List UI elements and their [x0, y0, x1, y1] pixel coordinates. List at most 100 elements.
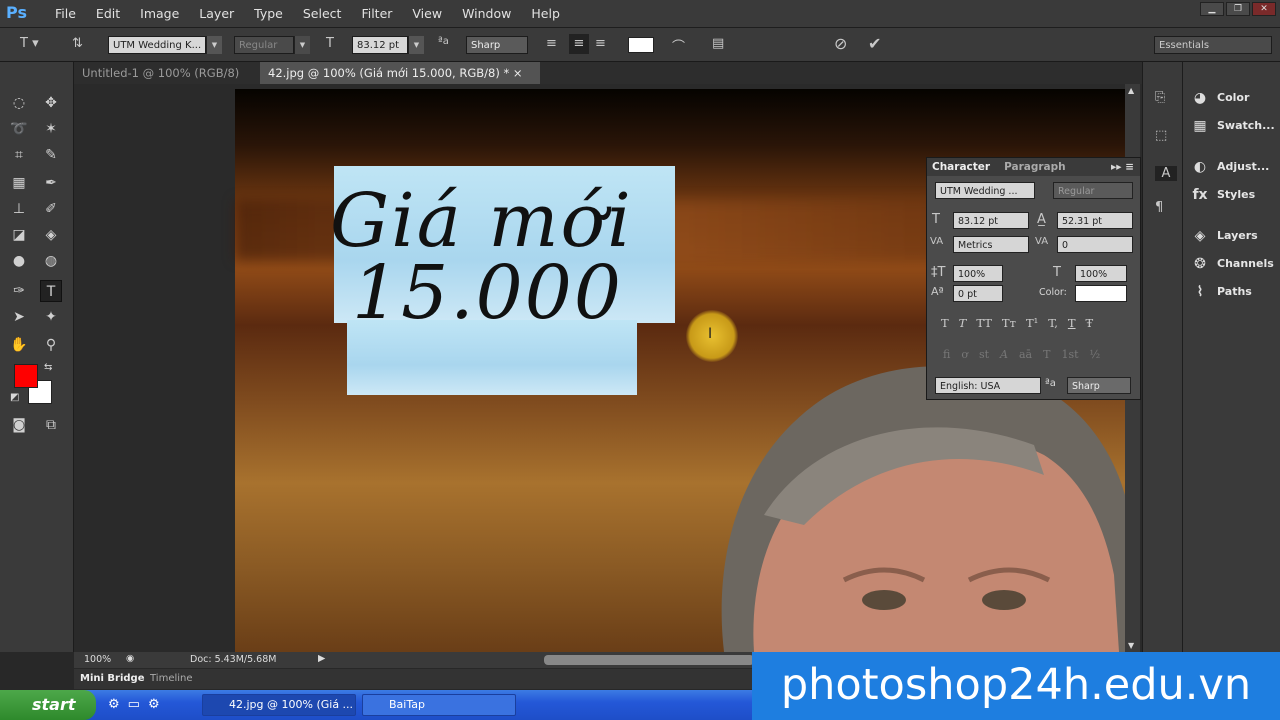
small-caps-button[interactable]: Tт — [1002, 316, 1016, 330]
fractions-button[interactable]: ½ — [1090, 348, 1101, 361]
char-antialias-select[interactable]: Sharp — [1067, 377, 1131, 394]
type-tool-preset-icon[interactable]: T ▾ — [20, 36, 39, 51]
menu-view[interactable]: View — [402, 6, 452, 21]
swash-button[interactable]: A — [1000, 348, 1008, 361]
minimize-icon[interactable]: ▁ — [1200, 2, 1224, 16]
titling-button[interactable]: T — [1043, 348, 1050, 361]
text-color-swatch[interactable] — [628, 37, 654, 53]
tab-character[interactable]: Character — [932, 158, 990, 176]
char-vscale-field[interactable]: 100% — [953, 265, 1003, 282]
quick-launch-icon[interactable]: ⚙ — [148, 697, 160, 712]
strikethrough-button[interactable]: Ŧ — [1086, 316, 1094, 330]
history-panel-icon[interactable]: ⎘ — [1155, 90, 1165, 105]
paragraph-panel-icon[interactable]: ¶ — [1155, 200, 1163, 215]
close-icon[interactable]: ✕ — [1252, 2, 1276, 16]
chevron-down-icon[interactable]: ▼ — [206, 36, 222, 54]
move-tool-icon[interactable]: ✥ — [40, 92, 62, 114]
3d-panel-icon[interactable]: ⬚ — [1155, 128, 1167, 143]
close-tab-icon[interactable]: × — [513, 66, 523, 80]
shape-tool-icon[interactable]: ✦ — [40, 306, 62, 328]
healing-tool-icon[interactable]: ▦ — [8, 172, 30, 194]
menu-layer[interactable]: Layer — [189, 6, 244, 21]
font-family-select[interactable]: UTM Wedding K... — [108, 36, 206, 54]
char-color-swatch[interactable] — [1075, 285, 1127, 302]
panel-adjustments[interactable]: ◐ Adjust... — [1191, 155, 1269, 179]
tab-mini-bridge[interactable]: Mini Bridge — [80, 673, 145, 684]
zoom-tool-icon[interactable]: ⚲ — [40, 334, 62, 356]
char-leading-field[interactable]: 52.31 pt — [1057, 212, 1133, 229]
paint-bucket-tool-icon[interactable]: ◈ — [40, 224, 62, 246]
panel-swatches[interactable]: ▦ Swatch... — [1191, 114, 1274, 138]
quick-mask-icon[interactable]: ◙ — [8, 414, 30, 436]
ordinals-button[interactable]: 1st — [1061, 348, 1078, 361]
menu-filter[interactable]: Filter — [351, 6, 402, 21]
menu-file[interactable]: File — [45, 6, 86, 21]
status-icon[interactable]: ◉ — [126, 653, 134, 664]
warp-text-icon[interactable]: ⌒ — [672, 36, 685, 55]
eraser-tool-icon[interactable]: ◪ — [8, 224, 30, 246]
subscript-button[interactable]: T, — [1048, 316, 1058, 330]
taskbar-item-photoshop[interactable]: 42.jpg @ 100% (Giá ... — [202, 694, 356, 716]
character-panel-icon[interactable]: A — [1155, 166, 1177, 181]
dodge-tool-icon[interactable]: ◍ — [40, 250, 62, 272]
menu-select[interactable]: Select — [293, 6, 352, 21]
chevron-down-icon[interactable]: ▼ — [408, 36, 424, 54]
char-font-select[interactable]: UTM Wedding ... — [935, 182, 1035, 199]
font-size-field[interactable]: 83.12 pt — [352, 36, 408, 54]
panel-paths[interactable]: ⌇ Paths — [1191, 280, 1252, 304]
zoom-level[interactable]: 100% — [84, 654, 111, 665]
faux-bold-button[interactable]: T — [941, 316, 949, 330]
magic-wand-tool-icon[interactable]: ✶ — [40, 118, 62, 140]
align-center-icon[interactable]: ≡ — [569, 34, 589, 54]
restore-icon[interactable]: ❐ — [1226, 2, 1250, 16]
brush-tool-icon[interactable]: ✒ — [40, 172, 62, 194]
menu-image[interactable]: Image — [130, 6, 189, 21]
panel-menu-icon[interactable]: ▸▸ ≡ — [1111, 158, 1140, 176]
superscript-button[interactable]: T¹ — [1026, 316, 1038, 330]
lasso-tool-icon[interactable]: ➰ — [8, 118, 30, 140]
font-style-select[interactable]: Regular — [234, 36, 294, 54]
blur-tool-icon[interactable]: ● — [8, 250, 30, 272]
horizontal-scrollbar-thumb[interactable] — [544, 655, 754, 665]
canvas-text-layer[interactable]: Giá mới 15.000 — [330, 184, 690, 330]
marquee-tool-icon[interactable]: ◌ — [8, 92, 30, 114]
tab-42jpg[interactable]: 42.jpg @ 100% (Giá mới 15.000, RGB/8) * … — [260, 62, 540, 84]
foreground-color-swatch[interactable] — [14, 364, 38, 388]
toggle-orientation-icon[interactable]: ⇅ — [72, 36, 83, 51]
align-right-icon[interactable]: ≡ — [595, 36, 606, 51]
panel-color[interactable]: ◕ Color — [1191, 86, 1250, 110]
old-style-button[interactable]: ơ — [961, 348, 968, 361]
show-desktop-icon[interactable]: ▭ — [128, 697, 140, 712]
panels-toggle-icon[interactable]: ▤ — [712, 36, 724, 51]
tab-paragraph[interactable]: Paragraph — [1004, 158, 1066, 176]
discretionary-ligatures-button[interactable]: st — [979, 348, 989, 361]
antialias-select[interactable]: Sharp — [466, 36, 528, 54]
type-tool-icon[interactable]: T — [40, 280, 62, 302]
path-select-tool-icon[interactable]: ➤ — [8, 306, 30, 328]
swap-colors-icon[interactable]: ⇆ — [44, 362, 52, 373]
history-brush-tool-icon[interactable]: ✐ — [40, 198, 62, 220]
status-menu-arrow-icon[interactable]: ▶ — [318, 653, 325, 664]
char-size-field[interactable]: 83.12 pt — [953, 212, 1029, 229]
default-colors-icon[interactable]: ◩ — [10, 392, 19, 403]
tab-timeline[interactable]: Timeline — [150, 673, 193, 684]
ligatures-button[interactable]: fi — [943, 348, 950, 361]
language-select[interactable]: English: USA — [935, 377, 1041, 394]
stamp-tool-icon[interactable]: ⊥ — [8, 198, 30, 220]
char-baseline-field[interactable]: 0 pt — [953, 285, 1003, 302]
panel-layers[interactable]: ◈ Layers — [1191, 224, 1258, 248]
align-left-icon[interactable]: ≡ — [546, 36, 557, 51]
eyedropper-tool-icon[interactable]: ✎ — [40, 144, 62, 166]
scroll-up-icon[interactable]: ▲ — [1128, 86, 1134, 95]
char-style-select[interactable]: Regular — [1053, 182, 1133, 199]
crop-tool-icon[interactable]: ⌗ — [8, 144, 30, 166]
menu-help[interactable]: Help — [521, 6, 570, 21]
scroll-down-icon[interactable]: ▼ — [1128, 641, 1134, 650]
hand-tool-icon[interactable]: ✋ — [8, 334, 30, 356]
workspace-select[interactable]: Essentials — [1154, 36, 1272, 54]
panel-styles[interactable]: fx Styles — [1191, 183, 1255, 207]
underline-button[interactable]: T — [1068, 316, 1076, 330]
cancel-edit-icon[interactable]: ⊘ — [834, 34, 847, 53]
quick-launch-icon[interactable]: ⚙ — [108, 697, 120, 712]
commit-edit-icon[interactable]: ✔ — [868, 34, 881, 53]
